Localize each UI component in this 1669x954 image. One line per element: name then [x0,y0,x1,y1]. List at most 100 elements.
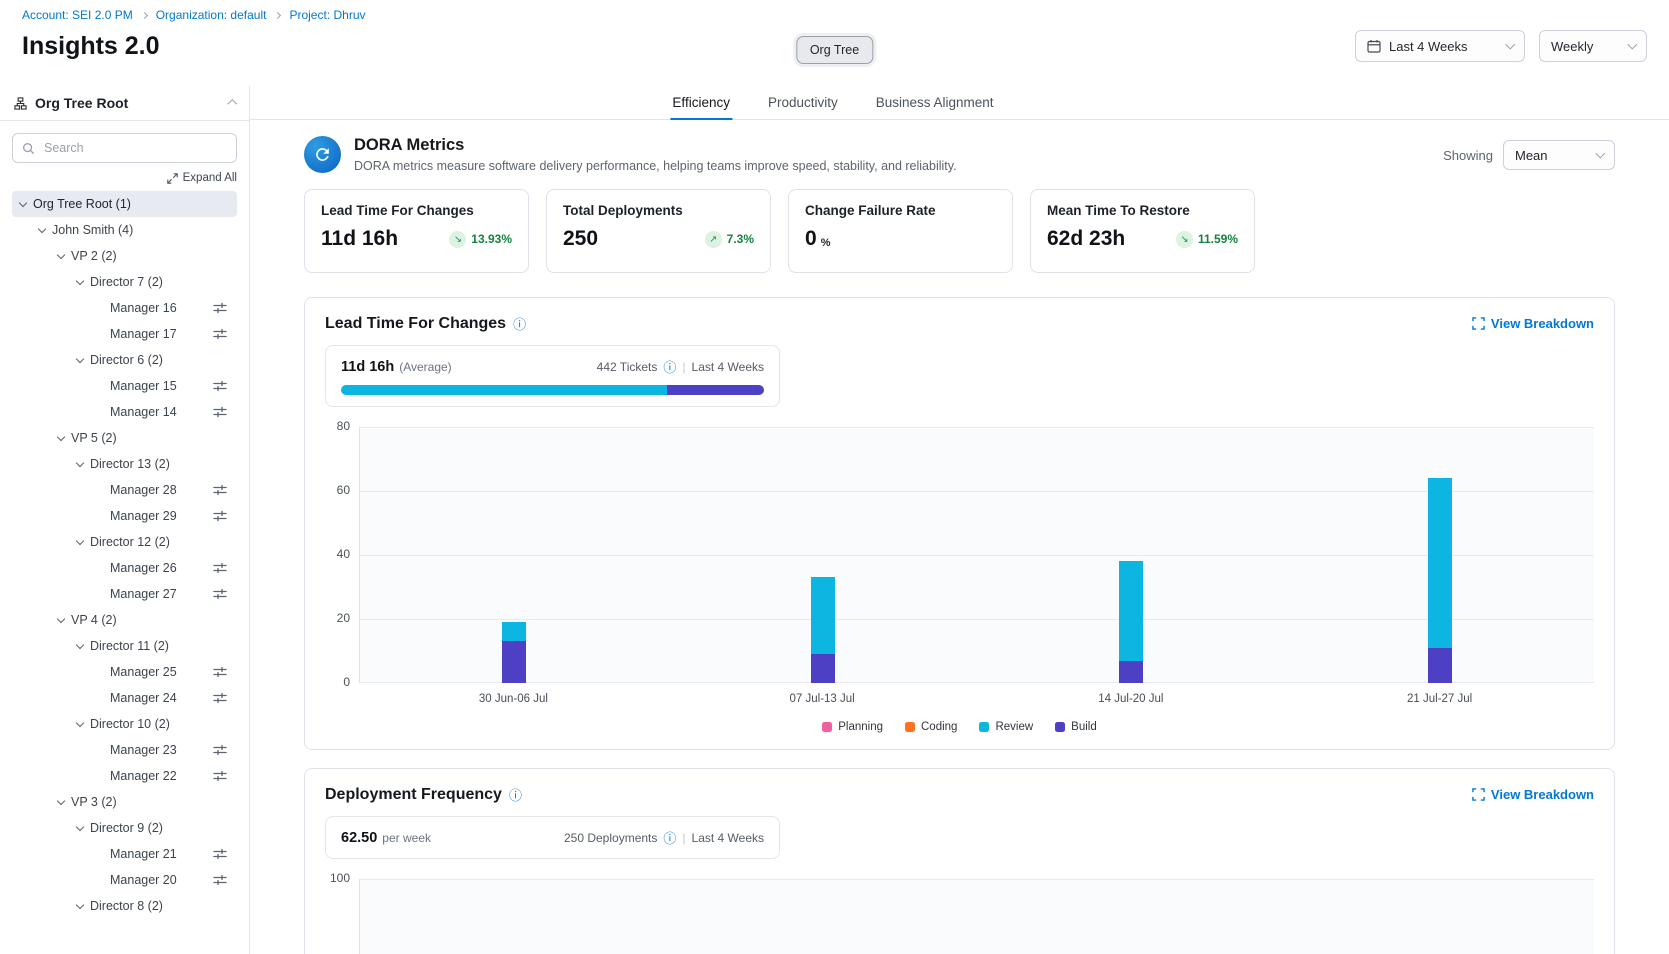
tree-item[interactable]: Manager 28 [12,477,237,503]
collapse-sidebar-chevron-up-icon[interactable] [227,100,236,109]
granularity-select[interactable]: Weekly [1539,30,1647,62]
tree-item-label: Manager 24 [110,691,177,705]
sliders-icon[interactable] [213,328,227,340]
chevron-down-icon [1595,149,1604,158]
tree-item-label: Manager 26 [110,561,177,575]
chevron-down-icon [1627,40,1636,49]
legend-swatch [979,722,989,732]
tree-item[interactable]: Director 13 (2) [12,451,237,477]
chevron-down-icon[interactable] [76,459,84,467]
chevron-down-icon[interactable] [38,225,46,233]
showing-select[interactable]: Mean [1503,140,1615,170]
info-icon[interactable]: ⓘ [663,357,676,376]
tree-item[interactable]: Manager 15 [12,373,237,399]
info-icon[interactable]: ⓘ [513,314,526,333]
info-icon[interactable]: ⓘ [663,828,676,847]
bar-week-1[interactable] [502,427,526,683]
tree-item[interactable]: Manager 16 [12,295,237,321]
legend-item-planning[interactable]: Planning [822,721,883,733]
legend-item-build[interactable]: Build [1055,721,1097,733]
legend-item-review[interactable]: Review [979,721,1033,733]
chevron-down-icon[interactable] [57,797,65,805]
bar-week-4[interactable] [1428,427,1452,683]
chevron-down-icon[interactable] [57,251,65,259]
chevron-down-icon[interactable] [76,355,84,363]
tree-item[interactable]: VP 5 (2) [12,425,237,451]
sliders-icon[interactable] [213,692,227,704]
deployment-view-breakdown-button[interactable]: View Breakdown [1472,787,1594,802]
sliders-icon[interactable] [213,666,227,678]
bar-segment-build [1119,661,1143,683]
trend-down-icon: ↘ [449,231,466,248]
tree-item[interactable]: John Smith (4) [12,217,237,243]
tab-productivity[interactable]: Productivity [766,86,840,120]
legend-item-coding[interactable]: Coding [905,721,957,733]
distribution-segment-review [341,385,667,395]
expand-all-button[interactable]: Expand All [167,172,237,184]
tree-item-label: Director 12 (2) [90,535,170,549]
tree-item[interactable]: Director 6 (2) [12,347,237,373]
sliders-icon[interactable] [213,406,227,418]
bar-week-3[interactable] [1119,427,1143,683]
sliders-icon[interactable] [213,302,227,314]
chevron-down-icon[interactable] [76,277,84,285]
deployment-plot-wrap [359,879,1594,954]
org-tree-toggle-button[interactable]: Org Tree [796,36,873,64]
tree-item[interactable]: Manager 14 [12,399,237,425]
tree-item[interactable]: Director 8 (2) [12,893,237,919]
sliders-icon[interactable] [213,484,227,496]
tree-item[interactable]: VP 3 (2) [12,789,237,815]
chevron-down-icon[interactable] [76,537,84,545]
tree-item[interactable]: Director 10 (2) [12,711,237,737]
sliders-icon[interactable] [213,874,227,886]
sliders-icon[interactable] [213,770,227,782]
sliders-icon[interactable] [213,588,227,600]
tree-item[interactable]: VP 2 (2) [12,243,237,269]
breadcrumb-project[interactable]: Project: Dhruv [289,8,365,22]
sliders-icon[interactable] [213,380,227,392]
search-input[interactable] [42,140,227,156]
date-range-select[interactable]: Last 4 Weeks [1355,30,1525,62]
sliders-icon[interactable] [213,510,227,522]
tree-item[interactable]: Manager 22 [12,763,237,789]
chevron-down-icon[interactable] [57,615,65,623]
tab-business-alignment[interactable]: Business Alignment [874,86,996,120]
bar-week-2[interactable] [811,427,835,683]
dora-metrics-icon [304,136,341,173]
tree-item[interactable]: Org Tree Root (1) [12,191,237,217]
tree-item[interactable]: Director 7 (2) [12,269,237,295]
search-box[interactable] [12,133,237,163]
chevron-down-icon[interactable] [76,719,84,727]
tree-item[interactable]: Director 12 (2) [12,529,237,555]
tree-item[interactable]: Manager 17 [12,321,237,347]
tree-item[interactable]: Manager 24 [12,685,237,711]
info-icon[interactable]: ⓘ [509,785,522,804]
breadcrumb-account[interactable]: Account: SEI 2.0 PM [22,8,133,22]
tree-item[interactable]: Manager 29 [12,503,237,529]
tree-item-label: Manager 20 [110,873,177,887]
lead-time-view-breakdown-button[interactable]: View Breakdown [1472,316,1594,331]
tree-item[interactable]: Manager 21 [12,841,237,867]
tree-item[interactable]: Manager 26 [12,555,237,581]
chevron-down-icon[interactable] [57,433,65,441]
breadcrumb-organization[interactable]: Organization: default [156,8,267,22]
legend-swatch [822,722,832,732]
sliders-icon[interactable] [213,744,227,756]
tree-item[interactable]: Director 9 (2) [12,815,237,841]
tree-item[interactable]: Manager 25 [12,659,237,685]
dora-text: DORA Metrics DORA metrics measure softwa… [354,136,957,173]
chevron-down-icon[interactable] [76,641,84,649]
tree-item[interactable]: Manager 23 [12,737,237,763]
sliders-icon[interactable] [213,562,227,574]
tree-item[interactable]: Manager 20 [12,867,237,893]
tab-efficiency[interactable]: Efficiency [670,86,732,120]
breadcrumb: Account: SEI 2.0 PM Organization: defaul… [22,8,1647,22]
tree-item[interactable]: Manager 27 [12,581,237,607]
chevron-down-icon[interactable] [19,199,27,207]
top-header: Account: SEI 2.0 PM Organization: defaul… [0,0,1669,86]
sliders-icon[interactable] [213,848,227,860]
chevron-down-icon[interactable] [76,823,84,831]
tree-item[interactable]: Director 11 (2) [12,633,237,659]
chevron-down-icon[interactable] [76,901,84,909]
tree-item[interactable]: VP 4 (2) [12,607,237,633]
